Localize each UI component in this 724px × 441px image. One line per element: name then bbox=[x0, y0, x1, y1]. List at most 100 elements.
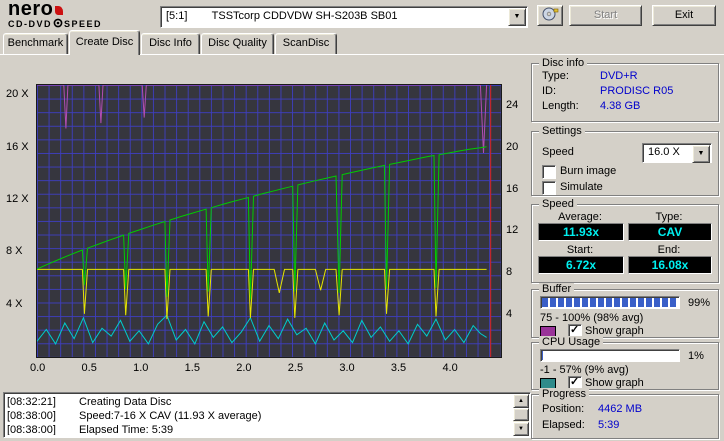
product-suffix: SPEED bbox=[64, 19, 103, 29]
speed-graph bbox=[36, 84, 502, 358]
group-progress: Progress Position: 4462 MB Elapsed: 5:39 bbox=[531, 388, 719, 439]
axis-tick-label: 12 X bbox=[6, 193, 29, 206]
log-time: [08:38:00] bbox=[7, 410, 56, 422]
tab-scandisc[interactable]: ScanDisc bbox=[275, 33, 337, 54]
axis-tick-label: 3.5 bbox=[390, 362, 407, 374]
disc-eject-button[interactable] bbox=[537, 5, 563, 26]
speed-graph-canvas bbox=[37, 85, 492, 357]
start-button[interactable]: Start bbox=[569, 5, 642, 26]
drive-select[interactable]: [5:1] TSSTcorp CDDVDW SH-S203B SB01 ▼ bbox=[160, 6, 528, 28]
group-title: Settings bbox=[539, 125, 585, 137]
axis-tick-label: 0.5 bbox=[81, 362, 97, 374]
group-title: Buffer bbox=[539, 283, 575, 295]
elapsed-label: Elapsed: bbox=[542, 419, 585, 431]
axis-tick-label: 16 bbox=[506, 182, 519, 195]
chevron-down-icon[interactable]: ▼ bbox=[692, 145, 710, 163]
simulate-checkbox[interactable] bbox=[542, 181, 556, 195]
exit-button[interactable]: Exit bbox=[652, 5, 716, 26]
axis-tick-label: 4 X bbox=[6, 297, 23, 310]
cpu-range: -1 - 57% (9% avg) bbox=[540, 364, 629, 376]
log-text: Elapsed Time: 5:39 bbox=[79, 424, 174, 435]
position-value: 4462 MB bbox=[598, 403, 643, 415]
group-speed: Speed Average: Type: 11.93x CAV Start: E… bbox=[531, 198, 719, 283]
axis-tick-label: 12 bbox=[506, 224, 519, 237]
speed-end-label: End: bbox=[657, 244, 681, 256]
axis-tick-label: 3.0 bbox=[339, 362, 355, 374]
axis-tick-label: 20 X bbox=[6, 88, 29, 101]
group-title: CPU Usage bbox=[539, 336, 604, 348]
log-line[interactable]: [08:38:00] Speed:7-16 X CAV (11.93 X aver… bbox=[7, 409, 511, 423]
group-cpu-usage: CPU Usage 1% -1 - 57% (9% avg) Show grap… bbox=[531, 336, 719, 390]
series-buffer-level bbox=[37, 85, 488, 154]
speed-start-display: 6.72x bbox=[538, 256, 624, 274]
app-window: nero CD-DVD SPEED [5:1] TSSTcorp CDDVDW S… bbox=[0, 0, 724, 441]
chart-area: 20 X 16 X 12 X 8 X 4 X 24 20 16 12 8 4 0.0 0.5 1.0 1.5… bbox=[0, 57, 530, 391]
axis-tick-label: 2.0 bbox=[236, 362, 252, 374]
log-time: [08:38:00] bbox=[7, 424, 56, 435]
speed-start-label: Start: bbox=[566, 244, 594, 256]
product-name: CD-DVD SPEED bbox=[8, 18, 158, 29]
log-text: Speed:7-16 X CAV (11.93 X average) bbox=[79, 410, 262, 422]
product-prefix: CD-DVD bbox=[8, 19, 52, 29]
buffer-progress-fill bbox=[542, 298, 677, 307]
axis-tick-label: 0.0 bbox=[30, 362, 46, 374]
log-text: Creating Data Disc bbox=[79, 396, 172, 408]
group-disc-info: Disc info Type: DVD+R ID: PRODISC R05 Le… bbox=[531, 57, 719, 122]
series-write-speed bbox=[37, 146, 487, 300]
group-title: Progress bbox=[539, 388, 590, 400]
speed-select[interactable]: 16.0 X ▼ bbox=[642, 143, 712, 163]
axis-tick-label: 1.0 bbox=[133, 362, 149, 374]
cpu-progress-fill bbox=[542, 351, 544, 360]
tab-disc-info[interactable]: Disc Info bbox=[141, 33, 200, 54]
speed-type-display: CAV bbox=[628, 223, 712, 241]
group-settings: Settings Speed 16.0 X ▼ Burn image Simul… bbox=[531, 125, 719, 196]
axis-tick-label: 1.5 bbox=[184, 362, 200, 374]
brand-text: nero bbox=[8, 0, 54, 20]
group-buffer: Buffer 99% 75 - 100% (98% avg) Show grap… bbox=[531, 283, 719, 338]
cpu-progressbar bbox=[540, 349, 680, 362]
simulate-label: Simulate bbox=[560, 181, 603, 193]
speed-select-value: 16.0 X bbox=[648, 146, 680, 158]
disc-id-label: ID: bbox=[542, 85, 557, 97]
speed-average-display: 11.93x bbox=[538, 223, 624, 241]
scroll-thumb[interactable] bbox=[513, 408, 529, 421]
buffer-range: 75 - 100% (98% avg) bbox=[540, 312, 644, 324]
burn-image-label: Burn image bbox=[560, 165, 617, 177]
axis-tick-label: 8 bbox=[506, 266, 513, 279]
speed-end-display: 16.08x bbox=[628, 256, 712, 274]
speed-type-label: Type: bbox=[655, 211, 683, 223]
disc-id-value: PRODISC R05 bbox=[600, 85, 674, 97]
log-scrollbar[interactable]: ▲ ▼ bbox=[513, 394, 529, 436]
axis-tick-label: 8 X bbox=[6, 245, 23, 258]
buffer-progressbar bbox=[540, 296, 680, 309]
tab-benchmark[interactable]: Benchmark bbox=[3, 33, 68, 54]
group-title: Speed bbox=[539, 198, 577, 210]
position-label: Position: bbox=[542, 403, 585, 415]
axis-tick-label: 20 bbox=[506, 140, 519, 153]
axis-tick-label: 24 bbox=[506, 98, 519, 111]
eye-icon bbox=[53, 18, 63, 28]
burn-image-checkbox[interactable] bbox=[542, 165, 556, 179]
log-list[interactable]: [08:32:21] Creating Data Disc [08:38:00] Sp… bbox=[7, 395, 511, 435]
axis-tick-label: 4.0 bbox=[442, 362, 458, 374]
group-title: Disc info bbox=[539, 57, 588, 69]
speed-average-label: Average: bbox=[558, 211, 602, 223]
drive-select-value: [5:1] TSSTcorp CDDVDW SH-S203B SB01 bbox=[166, 10, 398, 22]
flame-icon bbox=[55, 6, 64, 15]
cpu-percent: 1% bbox=[688, 350, 704, 362]
log-time: [08:32:21] bbox=[7, 396, 56, 408]
disc-icon bbox=[542, 7, 559, 21]
cpu-show-graph-label: Show graph bbox=[585, 377, 644, 389]
speed-select-label: Speed bbox=[542, 146, 574, 158]
log-line[interactable]: [08:38:00] Elapsed Time: 5:39 bbox=[7, 423, 511, 435]
log-line[interactable]: [08:32:21] Creating Data Disc bbox=[7, 395, 511, 409]
buffer-percent: 99% bbox=[688, 297, 711, 309]
tab-create-disc[interactable]: Create Disc bbox=[69, 30, 140, 55]
scroll-up-button[interactable]: ▲ bbox=[513, 394, 529, 408]
axis-tick-label: 16 X bbox=[6, 140, 29, 153]
chevron-down-icon[interactable]: ▼ bbox=[508, 8, 526, 26]
scroll-down-button[interactable]: ▼ bbox=[513, 422, 529, 436]
disc-length-label: Length: bbox=[542, 100, 579, 112]
tab-disc-quality[interactable]: Disc Quality bbox=[201, 33, 274, 54]
series-cpu-usage bbox=[37, 314, 487, 345]
